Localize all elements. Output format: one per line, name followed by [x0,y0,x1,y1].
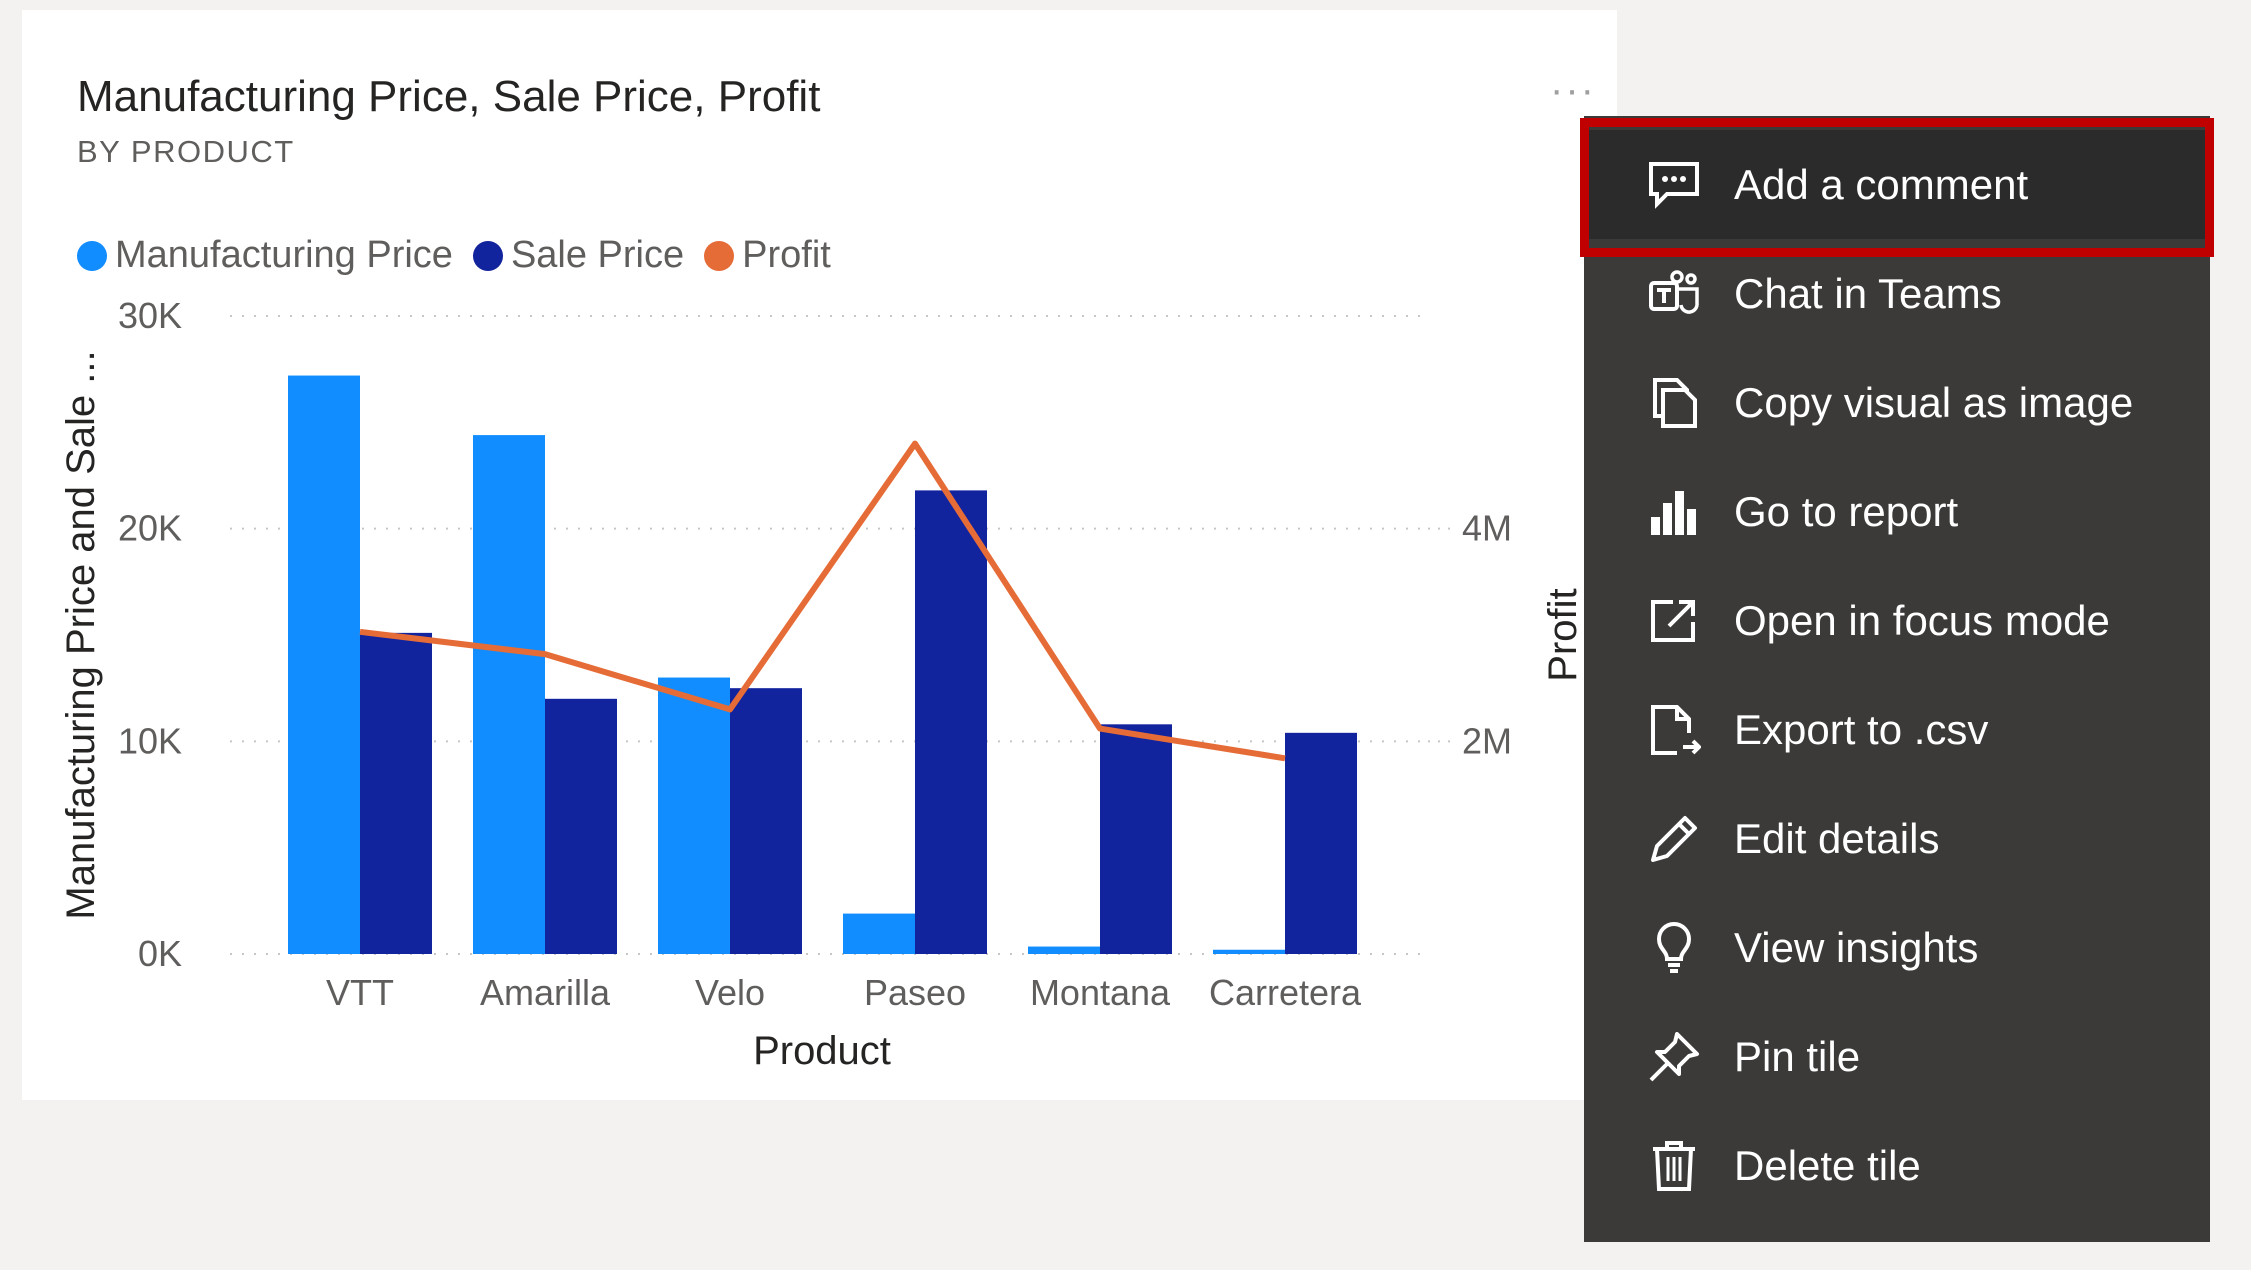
menu-item-label: Go to report [1734,487,1959,535]
menu-item-view-insights[interactable]: View insights [1584,893,2210,1002]
x-tick-label: Velo [695,972,765,1013]
menu-item-label: Copy visual as image [1734,378,2134,426]
bar-sale-price [1100,724,1172,954]
y-tick-label: 20K [118,508,182,549]
menu-item-label: Chat in Teams [1734,269,2002,317]
menu-item-label: View insights [1734,923,1979,971]
x-tick-label: Montana [1030,972,1171,1013]
y-tick-label: 10K [118,720,182,761]
y2-tick-label: 2M [1462,720,1512,761]
x-tick-label: Carretera [1209,972,1362,1013]
bar-manufacturing-price [473,435,545,954]
menu-item-export-csv[interactable]: Export to .csv [1584,675,2210,784]
y-tick-label: 0K [138,933,182,974]
lightbulb-icon [1644,918,1704,978]
bar-manufacturing-price [1213,949,1285,954]
menu-item-label: Pin tile [1734,1032,1861,1080]
bar-sale-price [915,490,987,954]
menu-item-label: Delete tile [1734,1141,1921,1189]
y-axis-title: Manufacturing Price and Sale ... [59,350,103,919]
x-tick-label: Paseo [864,972,966,1013]
bar-manufacturing-price [288,375,360,955]
menu-item-focus-mode[interactable]: Open in focus mode [1584,566,2210,675]
context-menu: Add a comment Chat in Teams Copy visual … [1584,116,2210,1242]
trash-icon [1644,1136,1704,1196]
bar-sale-price [1285,732,1357,954]
focus-mode-icon [1644,591,1704,651]
combo-chart: 0K 10K 20K 30K 2M 4M VTT Amarilla Velo Paseo Monta… [59,295,1585,1073]
highlight-box [1580,118,2214,257]
x-tick-label: VTT [326,972,394,1013]
y2-tick-label: 4M [1462,508,1512,549]
bar-manufacturing-price [843,913,915,954]
menu-item-go-to-report[interactable]: Go to report [1584,457,2210,566]
bar-manufacturing-price [1028,946,1100,954]
menu-item-label: Export to .csv [1734,705,1989,753]
bar-manufacturing-price [658,677,730,954]
menu-item-delete-tile[interactable]: Delete tile [1584,1111,2210,1220]
y2-axis-title: Profit [1541,588,1585,681]
menu-item-copy-visual[interactable]: Copy visual as image [1584,348,2210,457]
menu-item-label: Edit details [1734,814,1940,862]
bar-sale-price [360,632,432,954]
bar-sale-price [545,698,617,954]
menu-item-label: Open in focus mode [1734,596,2110,644]
x-tick-label: Amarilla [480,972,611,1013]
bar-sale-price [730,688,802,954]
export-icon [1644,700,1704,760]
x-axis-title: Product [753,1029,891,1073]
y-tick-label: 30K [118,295,182,336]
pencil-icon [1644,809,1704,869]
teams-icon [1644,264,1704,324]
menu-item-pin-tile[interactable]: Pin tile [1584,1002,2210,1111]
copy-icon [1644,373,1704,433]
menu-item-edit-details[interactable]: Edit details [1584,784,2210,893]
pin-icon [1644,1027,1704,1087]
report-icon [1644,482,1704,542]
